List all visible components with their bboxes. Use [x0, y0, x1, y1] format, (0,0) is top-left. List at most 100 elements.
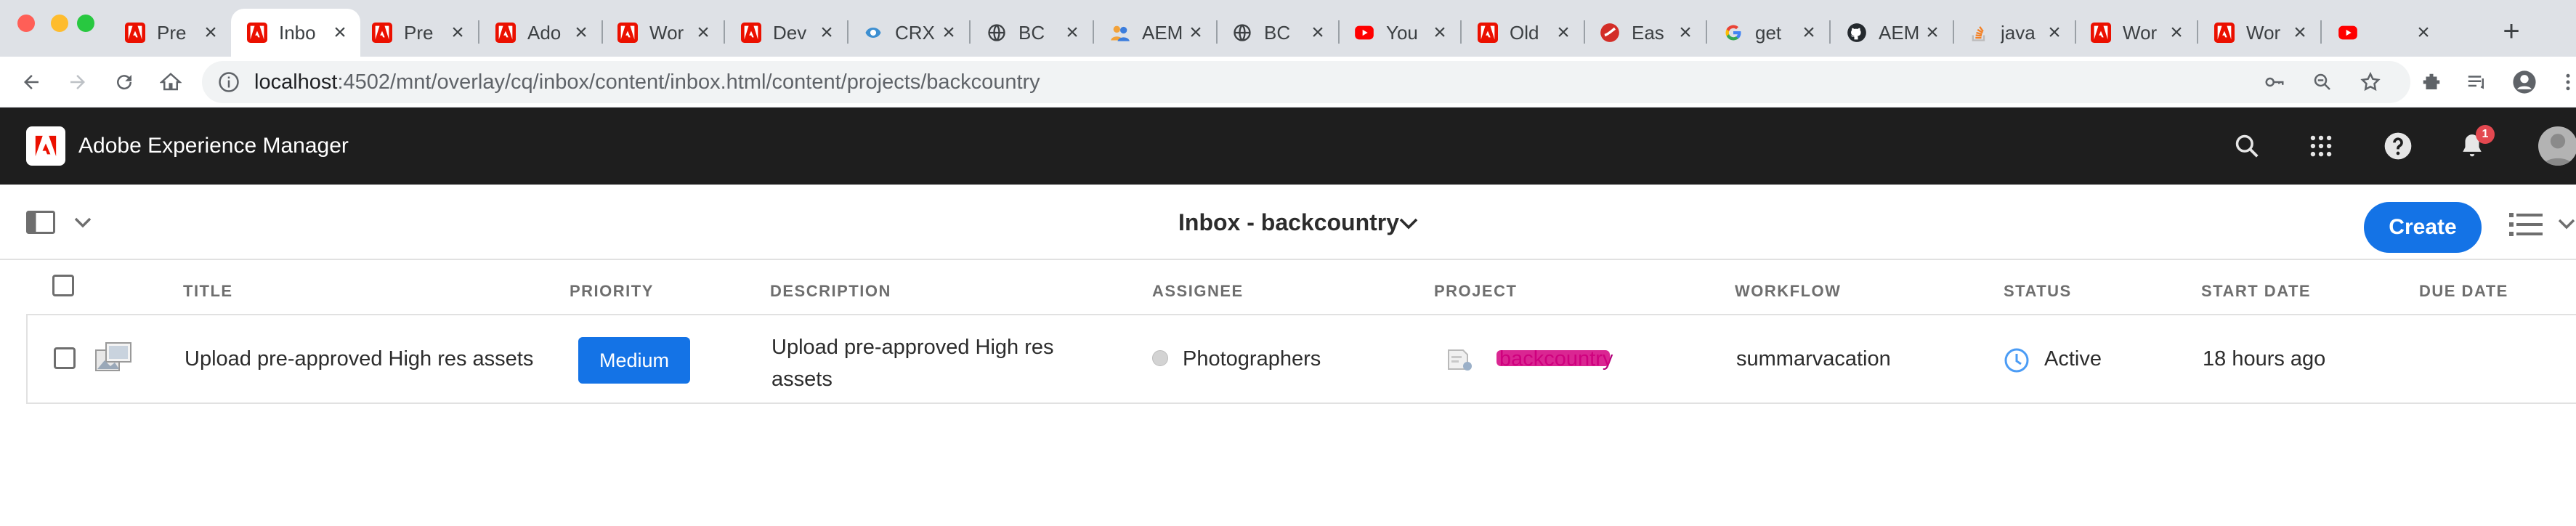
column-header-start-date[interactable]: START DATE [2201, 282, 2311, 301]
close-tab-icon[interactable]: × [1186, 22, 1206, 44]
profile-icon[interactable] [2511, 68, 2538, 96]
maximize-window-button[interactable] [77, 15, 94, 32]
adobe-icon [372, 23, 392, 43]
column-header-assignee[interactable]: ASSIGNEE [1152, 282, 1244, 301]
column-header-priority[interactable]: PRIORITY [570, 282, 654, 301]
reload-button[interactable] [108, 65, 141, 99]
close-tab-icon[interactable]: × [2290, 22, 2310, 44]
browser-tab-label: Dev [773, 21, 807, 44]
browser-tab[interactable]: Wor × [602, 9, 724, 57]
select-all-checkbox[interactable] [52, 275, 74, 296]
row-status: Active [2044, 347, 2102, 371]
adobe-logo-icon[interactable] [26, 126, 65, 166]
close-tab-icon[interactable]: × [2166, 22, 2187, 44]
bookmark-star-icon[interactable] [2357, 68, 2384, 96]
close-tab-icon[interactable]: × [1799, 22, 1819, 44]
close-tab-icon[interactable]: × [447, 22, 468, 44]
browser-tab[interactable]: get × [1707, 9, 1829, 57]
column-header-workflow[interactable]: WORKFLOW [1735, 282, 1841, 301]
create-button[interactable]: Create [2364, 202, 2482, 253]
new-tab-button[interactable]: + [2493, 13, 2530, 49]
browser-tab[interactable]: Eas × [1584, 9, 1706, 57]
browser-tab[interactable]: Old × [1462, 9, 1584, 57]
row-title[interactable]: Upload pre-approved High res assets [185, 347, 533, 371]
column-header-project[interactable]: PROJECT [1434, 282, 1517, 301]
row-workflow: summarvacation [1736, 347, 1891, 371]
browser-tab[interactable]: java × [1953, 9, 2075, 57]
people-icon [1110, 23, 1130, 43]
browser-tab[interactable]: AEM × [1094, 9, 1216, 57]
browser-tab[interactable]: Inbo × [231, 9, 360, 57]
aem-global-header: Adobe Experience Manager 1 [0, 108, 2576, 185]
notification-badge: 1 [2476, 125, 2495, 144]
browser-tab[interactable]: × [2322, 9, 2444, 57]
browser-tab[interactable]: AEM × [1831, 9, 1953, 57]
chevron-down-icon[interactable] [1398, 214, 1419, 232]
close-tab-icon[interactable]: × [2044, 22, 2065, 44]
close-tab-icon[interactable]: × [817, 22, 837, 44]
close-tab-icon[interactable]: × [939, 22, 959, 44]
column-header-description[interactable]: DESCRIPTION [770, 282, 891, 301]
table-row[interactable]: Upload pre-approved High res assets Medi… [26, 315, 2576, 404]
browser-tab[interactable]: BC × [971, 9, 1093, 57]
chevron-down-icon[interactable] [2557, 215, 2576, 232]
close-tab-icon[interactable]: × [1430, 22, 1450, 44]
key-icon[interactable] [2261, 68, 2288, 96]
solutions-grid-icon[interactable] [2306, 131, 2336, 161]
list-view-icon[interactable] [2508, 211, 2544, 238]
column-header-due-date[interactable]: DUE DATE [2419, 282, 2508, 301]
column-header-status[interactable]: STATUS [2004, 282, 2072, 301]
zoom-icon[interactable] [2309, 68, 2336, 96]
browser-tab[interactable]: You × [1338, 9, 1460, 57]
crx-icon [863, 23, 883, 43]
address-bar[interactable]: localhost:4502/mnt/overlay/cq/inbox/cont… [202, 61, 2410, 103]
browser-tab[interactable]: Wor × [2198, 9, 2320, 57]
close-tab-icon[interactable]: × [2413, 22, 2434, 44]
browser-tab[interactable]: Dev × [725, 9, 847, 57]
extensions-icon[interactable] [2418, 68, 2445, 96]
help-icon[interactable] [2383, 131, 2413, 161]
close-window-button[interactable] [17, 15, 35, 32]
arrow-left-icon [24, 75, 39, 89]
close-tab-icon[interactable]: × [1308, 22, 1328, 44]
table-header: TITLE PRIORITY DESCRIPTION ASSIGNEE PROJ… [26, 263, 2576, 315]
back-button[interactable] [15, 65, 48, 99]
adobe-icon [125, 23, 145, 43]
browser-tab[interactable]: Pre × [356, 9, 478, 57]
forward-button[interactable] [61, 65, 94, 99]
arrow-right-icon [70, 75, 85, 89]
more-menu-icon[interactable] [2554, 68, 2576, 96]
browser-tab[interactable]: BC × [1216, 9, 1338, 57]
close-tab-icon[interactable]: × [330, 22, 350, 44]
browser-tab[interactable]: CRX × [847, 9, 969, 57]
browser-tab-label: BC [1018, 21, 1045, 44]
github-icon [1847, 23, 1867, 43]
avatar[interactable] [2538, 126, 2576, 166]
minimize-window-button[interactable] [51, 15, 68, 32]
home-button[interactable] [154, 65, 187, 99]
row-checkbox[interactable] [54, 347, 76, 369]
browser-tab[interactable]: Ado × [479, 9, 602, 57]
search-icon[interactable] [2232, 131, 2262, 161]
browser-tab[interactable]: Pre × [109, 9, 231, 57]
app-title[interactable]: Adobe Experience Manager [78, 134, 349, 158]
row-start-date: 18 hours ago [2203, 347, 2326, 371]
close-tab-icon[interactable]: × [1062, 22, 1082, 44]
browser-tab-label: BC [1264, 21, 1291, 44]
close-tab-icon[interactable]: × [1922, 22, 1943, 44]
page-title[interactable]: Inbox - backcountry [1178, 209, 1399, 236]
close-tab-icon[interactable]: × [1675, 22, 1696, 44]
reload-icon [117, 75, 132, 90]
rail-toggle-icon[interactable] [26, 211, 55, 234]
browser-tab[interactable]: Wor × [2075, 9, 2197, 57]
row-description: Upload pre-approved High res assets [771, 336, 1054, 391]
browser-tab-label: You [1386, 21, 1418, 44]
close-tab-icon[interactable]: × [201, 22, 221, 44]
chevron-down-icon[interactable] [73, 214, 93, 231]
close-tab-icon[interactable]: × [1553, 22, 1573, 44]
close-tab-icon[interactable]: × [693, 22, 713, 44]
close-tab-icon[interactable]: × [571, 22, 591, 44]
reading-list-icon[interactable] [2463, 68, 2490, 96]
column-header-title[interactable]: TITLE [183, 282, 233, 301]
task-thumbnail-icon [95, 342, 131, 371]
